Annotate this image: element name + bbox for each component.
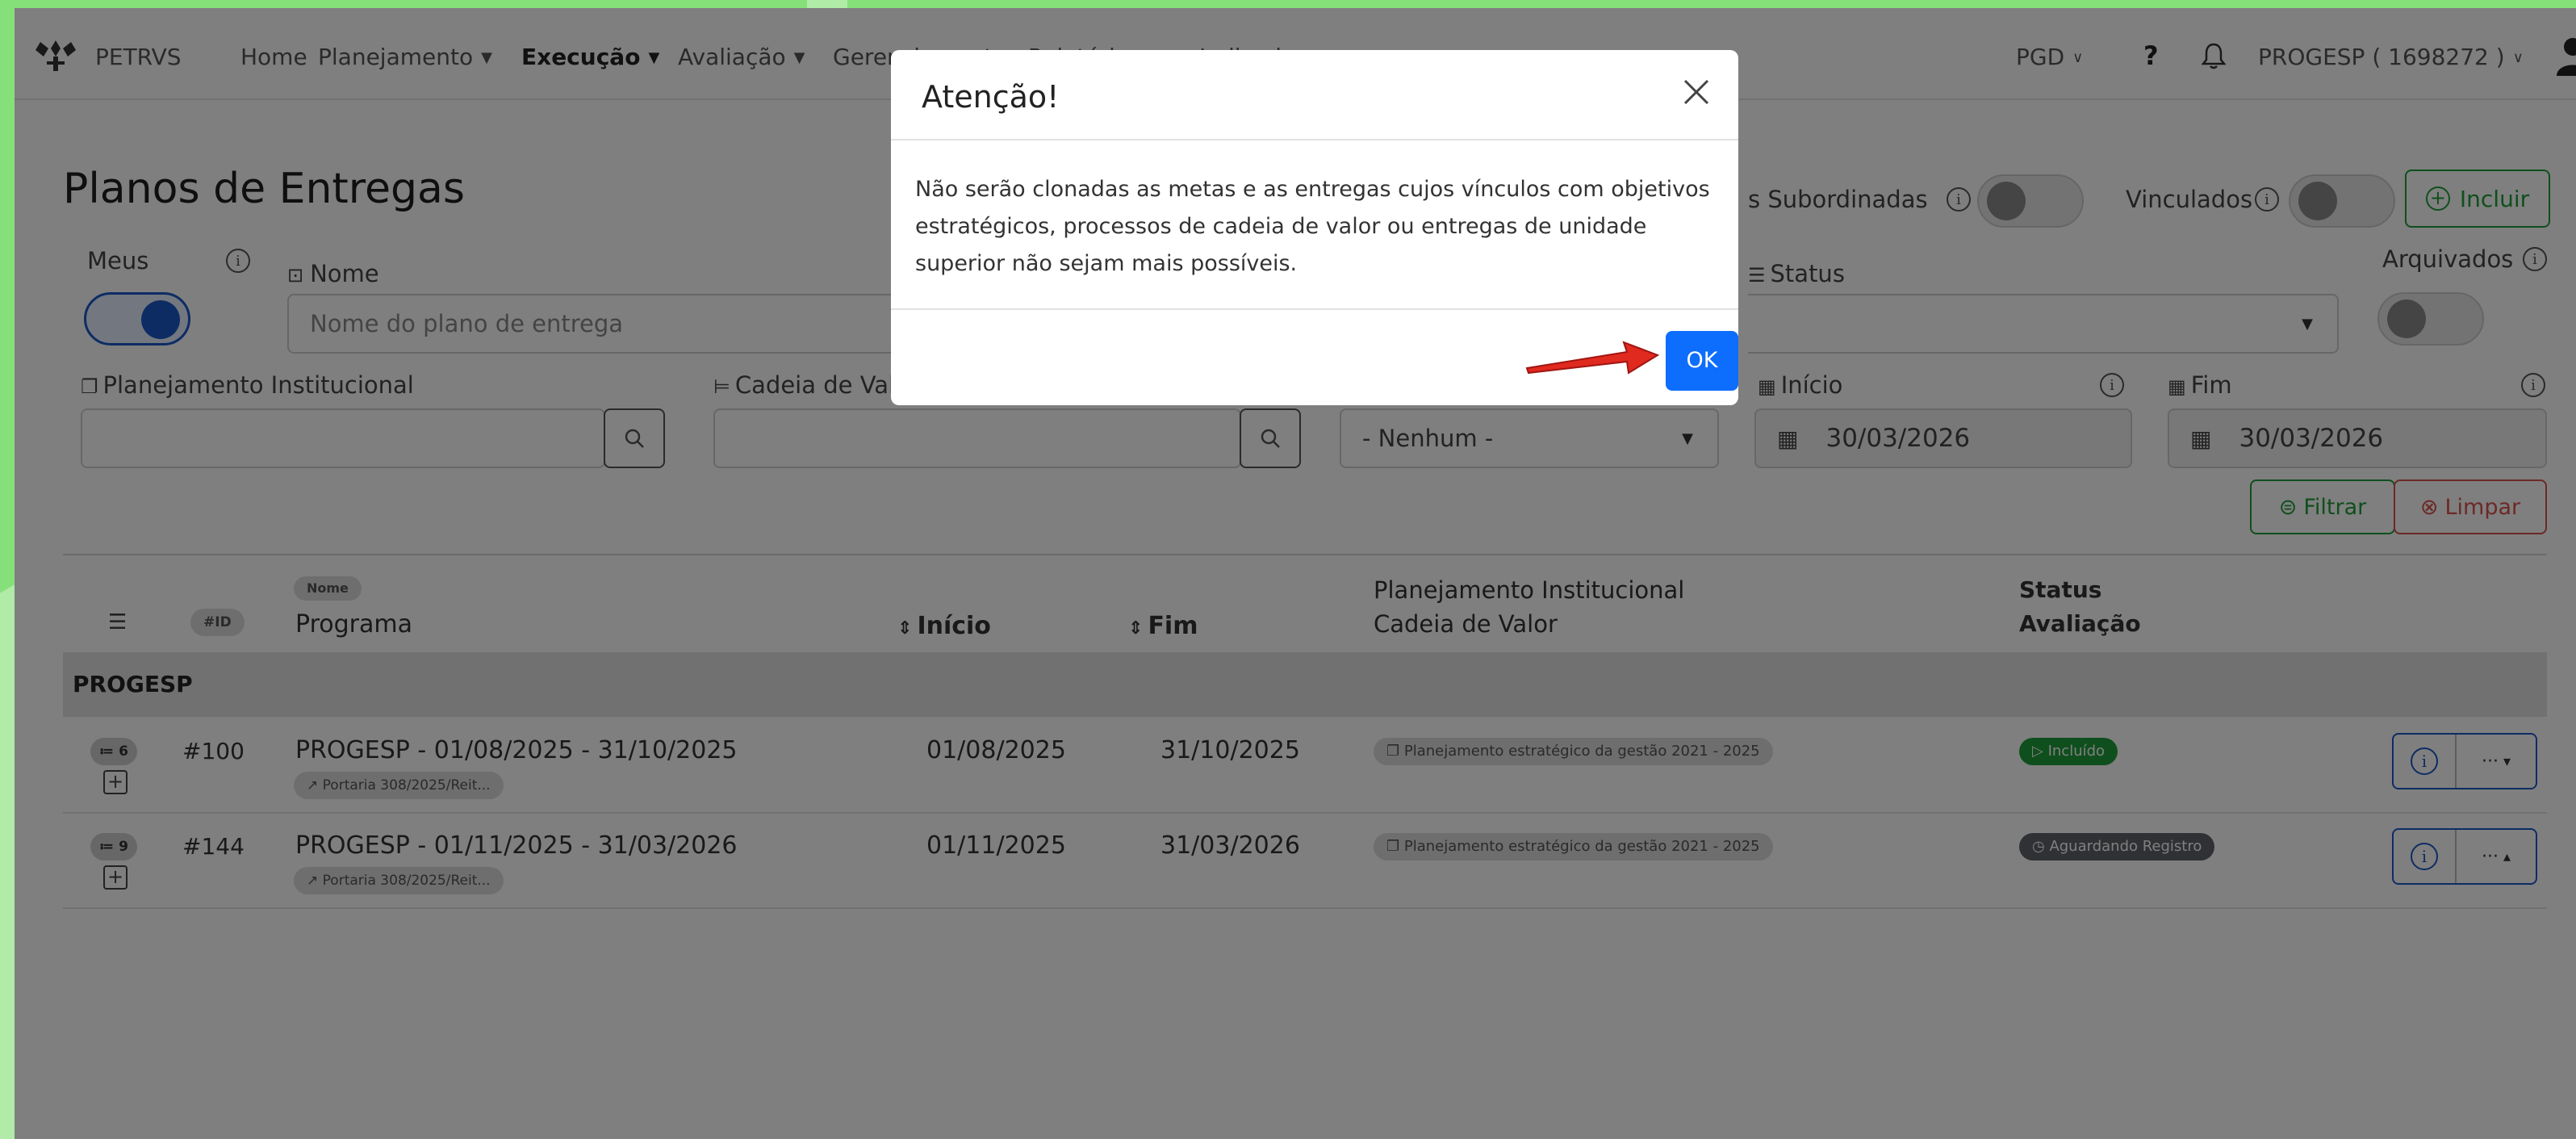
dialog-message: Não serão clonadas as metas e as entrega… xyxy=(915,177,1710,276)
app-window: PETRVS Home Planejamento▼ Execução▼ Aval… xyxy=(15,8,2576,1139)
close-icon[interactable] xyxy=(1679,74,1714,110)
background-shape-top xyxy=(807,0,847,8)
dialog-footer-divider xyxy=(891,308,1738,310)
alert-dialog: Atenção! Não serão clonadas as metas e a… xyxy=(891,50,1738,405)
dialog-header: Atenção! xyxy=(891,50,1738,140)
ok-button[interactable]: OK xyxy=(1666,331,1738,391)
red-arrow-annotation-icon xyxy=(1525,341,1660,375)
dialog-title: Atenção! xyxy=(922,79,1060,115)
